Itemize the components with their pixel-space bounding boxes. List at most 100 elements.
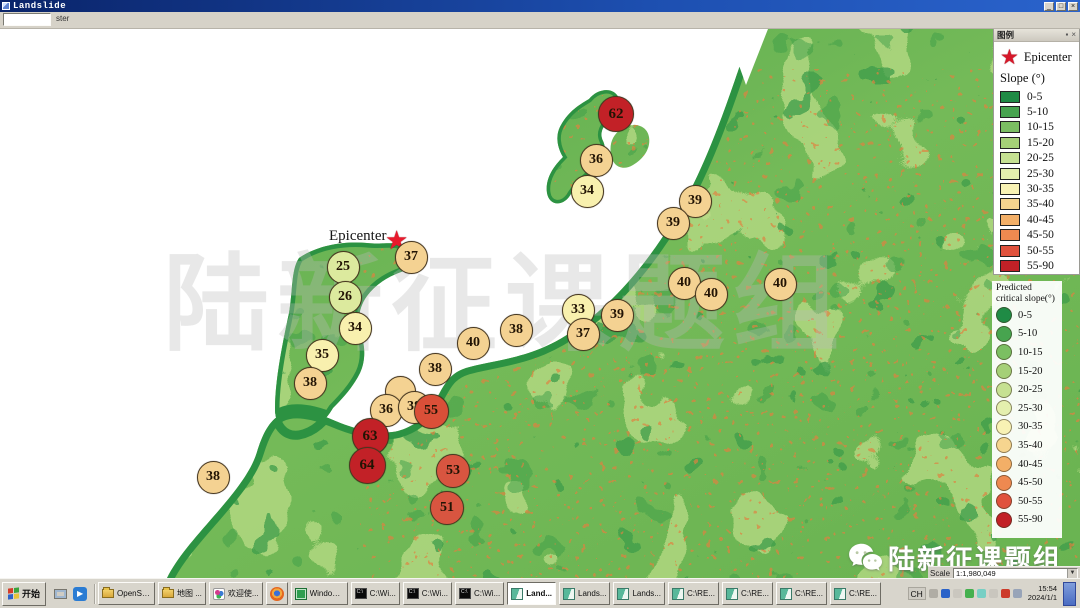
slope-marker: 38 xyxy=(419,353,452,386)
legend-item-label: 45-50 xyxy=(1027,229,1054,241)
taskbar-button-label: Land... xyxy=(526,589,552,598)
map-app-icon xyxy=(780,588,792,600)
taskbar-button[interactable]: 地图 ... xyxy=(158,582,206,605)
show-desktop-strip[interactable] xyxy=(1063,582,1076,606)
speaker-icon[interactable] xyxy=(929,589,938,598)
legend-item: 15-20 xyxy=(996,362,1059,381)
slope-marker: 40 xyxy=(695,278,728,311)
arrow-up-icon[interactable] xyxy=(953,589,962,598)
legend-circle-swatch xyxy=(996,493,1012,509)
maximize-button[interactable]: □ xyxy=(1056,2,1066,11)
legend-item: 0-5 xyxy=(1000,89,1075,104)
network-icon[interactable] xyxy=(1013,589,1022,598)
green-status-icon[interactable] xyxy=(965,589,974,598)
legend-item-label: 30-35 xyxy=(1018,421,1043,432)
legend-star-icon: ★ xyxy=(1000,47,1019,68)
taskbar-button[interactable]: Land... xyxy=(507,582,556,605)
taskbar-button-label: C:\Wi... xyxy=(370,589,396,598)
chevron-down-icon[interactable]: ▼ xyxy=(1067,569,1077,578)
folder-icon xyxy=(102,589,114,598)
taskbar-button-label: C:\RE... xyxy=(687,589,715,598)
cmd-icon xyxy=(407,588,419,599)
taskbar-button[interactable] xyxy=(266,582,288,605)
legend-item-label: 10-15 xyxy=(1027,121,1054,133)
slope-marker: 36 xyxy=(580,144,613,177)
legend-circle-swatch xyxy=(996,475,1012,491)
blue-globe-icon[interactable] xyxy=(941,589,950,598)
slope-marker: 39 xyxy=(657,207,690,240)
app-icon xyxy=(2,2,10,10)
minimize-button[interactable]: _ xyxy=(1044,2,1054,11)
taskbar-button-label: OpenSees xyxy=(117,589,151,598)
legend-item: 50-55 xyxy=(996,492,1059,511)
slope-marker: 34 xyxy=(571,175,604,208)
teal-app-icon[interactable] xyxy=(977,589,986,598)
slope-marker: 34 xyxy=(339,312,372,345)
pin-icon[interactable]: ▪ xyxy=(1065,31,1068,39)
taskbar-button[interactable]: OpenSees xyxy=(98,582,155,605)
clock[interactable]: 15:54 2024/1/1 xyxy=(1028,585,1057,602)
legend-panel: 图例 ▪ × ★ Epicenter Slope (°) 0-55-1010-1… xyxy=(993,28,1080,275)
cmd-icon xyxy=(355,588,367,599)
legend-item: 20-25 xyxy=(996,380,1059,399)
taskbar-button[interactable]: Lands... xyxy=(559,582,610,605)
media-player-icon[interactable]: ▶ xyxy=(72,585,88,603)
tray-date: 2024/1/1 xyxy=(1028,593,1057,602)
cmd-icon xyxy=(459,588,471,599)
flag-icon[interactable] xyxy=(989,589,998,598)
slope-marker: 38 xyxy=(294,367,327,400)
taskbar-button[interactable]: C:\RE... xyxy=(722,582,773,605)
legend-item-label: 45-50 xyxy=(1018,477,1043,488)
legend-item: 40-45 xyxy=(1000,212,1075,227)
legend-swatch xyxy=(1000,229,1020,241)
legend-swatch xyxy=(1000,245,1020,257)
map-app-icon xyxy=(617,588,629,600)
slope-marker: 37 xyxy=(567,318,600,351)
legend-item-label: 15-20 xyxy=(1027,137,1054,149)
legend-circle-swatch xyxy=(996,512,1012,528)
legend-swatch xyxy=(1000,168,1020,180)
legend-close-icon[interactable]: × xyxy=(1071,31,1076,39)
terrain-map xyxy=(0,29,1080,578)
legend-item-label: 20-25 xyxy=(1018,384,1043,395)
legend-item-label: 25-30 xyxy=(1018,403,1043,414)
red-badge-icon[interactable] xyxy=(1001,589,1010,598)
taskbar-button[interactable]: 欢迎使... xyxy=(209,582,263,605)
legend-item: 20-25 xyxy=(1000,151,1075,166)
legend-item-label: 5-10 xyxy=(1018,328,1037,339)
language-indicator[interactable]: CH xyxy=(908,587,926,600)
legend-item: 55-90 xyxy=(1000,258,1075,273)
taskbar-button[interactable]: C:\Wi... xyxy=(351,582,400,605)
legend-header[interactable]: 图例 ▪ × xyxy=(994,29,1079,42)
slope-marker: 40 xyxy=(764,268,797,301)
scale-label: Scale xyxy=(930,569,950,578)
taskbar-button[interactable]: C:\RE... xyxy=(830,582,881,605)
map-app-icon xyxy=(672,588,684,600)
legend-swatch xyxy=(1000,137,1020,149)
legend-circle-swatch xyxy=(996,382,1012,398)
taskbar-button[interactable]: C:\Wi... xyxy=(403,582,452,605)
legend-item: 10-15 xyxy=(996,343,1059,362)
legend-item: 0-5 xyxy=(996,306,1059,325)
legend-item: 10-15 xyxy=(1000,120,1075,135)
taskbar-button[interactable]: C:\RE... xyxy=(776,582,827,605)
show-desktop-icon[interactable] xyxy=(52,585,68,603)
taskbar-button[interactable]: Window... xyxy=(291,582,348,605)
legend-item: 50-55 xyxy=(1000,243,1075,258)
taskbar: 开始 ▶ OpenSees 地图 ...欢迎使... Window... C:\Wi.… xyxy=(0,578,1080,608)
system-tray: CH 15:54 2024/1/1 xyxy=(906,582,1078,606)
legend-item: 5-10 xyxy=(1000,104,1075,119)
toolbar-combo-box[interactable] xyxy=(3,13,51,26)
taskbar-button[interactable]: C:\RE... xyxy=(668,582,719,605)
legend-circle-swatch xyxy=(996,344,1012,360)
close-button[interactable]: × xyxy=(1068,2,1078,11)
legend-item-label: 15-20 xyxy=(1018,366,1043,377)
taskbar-button[interactable]: C:\Wi... xyxy=(455,582,504,605)
legend-epicenter-row: ★ Epicenter xyxy=(1000,45,1075,69)
legend-swatch xyxy=(1000,106,1020,118)
legend-swatch xyxy=(1000,91,1020,103)
legend-item-label: 5-10 xyxy=(1027,106,1048,118)
taskbar-button[interactable]: Lands... xyxy=(613,582,664,605)
start-button[interactable]: 开始 xyxy=(2,582,46,606)
legend-item-label: 30-35 xyxy=(1027,183,1054,195)
